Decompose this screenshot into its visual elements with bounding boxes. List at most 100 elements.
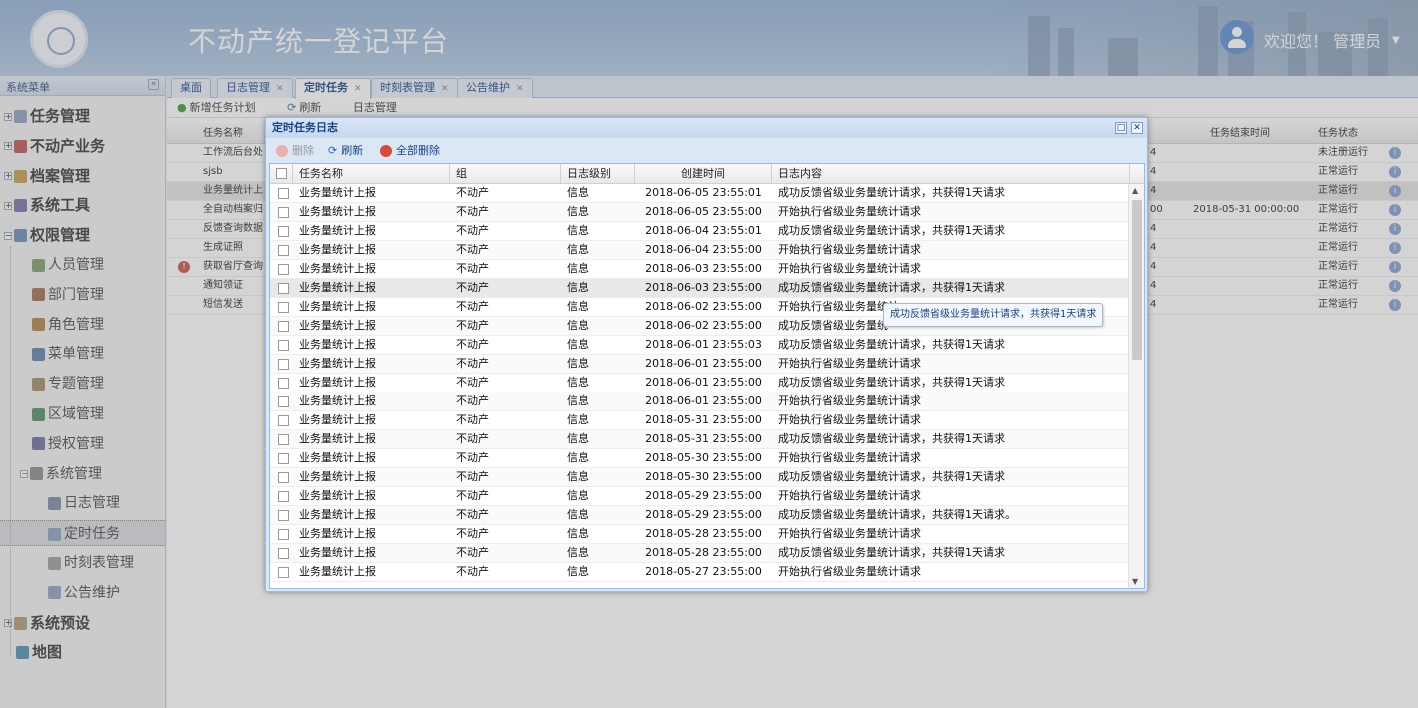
log-row[interactable]: 业务量统计上报 不动产 信息 2018-06-05 23:55:00 开始执行省级业务量… <box>270 202 1130 222</box>
log-level: 信息 <box>567 470 589 484</box>
row-checkbox[interactable] <box>278 301 289 313</box>
log-created: 2018-05-28 23:55:00 <box>645 527 762 541</box>
log-task-name: 业务量统计上报 <box>299 527 376 541</box>
maximize-icon[interactable]: □ <box>1115 122 1127 134</box>
log-row[interactable]: 业务量统计上报 不动产 信息 2018-05-28 23:55:00 成功反馈省级业务量… <box>270 544 1130 564</box>
row-checkbox[interactable] <box>278 282 289 294</box>
log-level: 信息 <box>567 280 589 294</box>
log-row[interactable]: 业务量统计上报 不动产 信息 2018-05-28 23:55:00 开始执行省级业务量… <box>270 525 1130 545</box>
row-checkbox[interactable] <box>278 206 289 218</box>
log-task-name: 业务量统计上报 <box>299 280 376 294</box>
row-checkbox[interactable] <box>278 415 289 427</box>
log-content: 开始执行省级业务量统计请求 <box>778 527 921 541</box>
log-content: 成功反馈省级业务量统计请求，共获得1天请求 <box>778 546 1005 560</box>
col-log-level[interactable]: 日志级别 <box>561 164 635 183</box>
log-content: 开始执行省级业务量统计请求 <box>778 565 921 578</box>
row-checkbox[interactable] <box>278 548 289 560</box>
col-task-name[interactable]: 任务名称 <box>293 164 450 183</box>
content-tooltip: 成功反馈省级业务量统计请求，共获得1天请求 <box>883 303 1104 327</box>
log-task-name: 业务量统计上报 <box>299 299 376 313</box>
col-created-time[interactable]: 创建时间 <box>635 164 772 183</box>
scroll-up-icon[interactable]: ▲ <box>1132 186 1138 195</box>
log-task-name: 业务量统计上报 <box>299 565 376 578</box>
log-content: 成功反馈省级业务量统计请求，共获得1天请求 <box>778 337 1005 351</box>
row-checkbox[interactable] <box>278 510 289 522</box>
log-content: 成功反馈省级业务量统计请求，共获得1天请求 <box>778 432 1005 446</box>
log-task-name: 业务量统计上报 <box>299 223 376 237</box>
log-row[interactable]: 业务量统计上报 不动产 信息 2018-05-30 23:55:00 成功反馈省级业务量… <box>270 468 1130 488</box>
log-row[interactable]: 业务量统计上报 不动产 信息 2018-05-31 23:55:00 开始执行省级业务量… <box>270 411 1130 431</box>
log-group: 不动产 <box>456 470 489 484</box>
log-row[interactable]: 业务量统计上报 不动产 信息 2018-06-04 23:55:01 成功反馈省级业务量… <box>270 222 1130 241</box>
row-checkbox[interactable] <box>278 358 289 370</box>
row-checkbox[interactable] <box>278 529 289 541</box>
log-row[interactable]: 业务量统计上报 不动产 信息 2018-06-01 23:55:00 成功反馈省级业务量… <box>270 374 1130 393</box>
log-row[interactable]: 业务量统计上报 不动产 信息 2018-06-04 23:55:00 开始执行省级业务量… <box>270 240 1130 260</box>
delete-button[interactable]: 删除 <box>276 140 314 162</box>
row-checkbox[interactable] <box>278 263 289 275</box>
row-checkbox[interactable] <box>278 396 289 408</box>
log-row[interactable]: 业务量统计上报 不动产 信息 2018-05-29 23:55:00 开始执行省级业务量… <box>270 487 1130 507</box>
log-grid: 任务名称 组 日志级别 创建时间 日志内容 业务量统计上报 不动产 信息 2018-0… <box>269 163 1145 589</box>
log-level: 信息 <box>567 394 589 408</box>
select-all-checkbox[interactable] <box>270 164 293 183</box>
row-checkbox[interactable] <box>278 244 289 256</box>
log-task-name: 业务量统计上报 <box>299 470 376 484</box>
row-checkbox[interactable] <box>278 453 289 465</box>
row-checkbox[interactable] <box>278 339 289 351</box>
log-row[interactable]: 业务量统计上报 不动产 信息 2018-06-05 23:55:01 成功反馈省级业务量… <box>270 184 1130 203</box>
log-row[interactable]: 业务量统计上报 不动产 信息 2018-05-31 23:55:00 成功反馈省级业务量… <box>270 430 1130 450</box>
delete-all-button[interactable]: 全部删除 <box>380 140 440 162</box>
log-content: 成功反馈省级业务量统计请求，共获得1天请求。 <box>778 508 1016 522</box>
log-level: 信息 <box>567 432 589 446</box>
log-row[interactable]: 业务量统计上报 不动产 信息 2018-06-01 23:55:00 开始执行省级业务量… <box>270 354 1130 374</box>
log-task-name: 业务量统计上报 <box>299 242 376 256</box>
col-group[interactable]: 组 <box>450 164 561 183</box>
row-checkbox[interactable] <box>278 491 289 503</box>
scrollbar-thumb[interactable] <box>1132 200 1142 360</box>
log-created: 2018-06-01 23:55:03 <box>645 337 762 351</box>
close-icon[interactable]: ✕ <box>1131 122 1143 134</box>
log-group: 不动产 <box>456 546 489 560</box>
log-group: 不动产 <box>456 318 489 332</box>
col-log-content[interactable]: 日志内容 <box>772 164 1130 183</box>
log-level: 信息 <box>567 527 589 541</box>
row-checkbox[interactable] <box>278 225 289 237</box>
log-level: 信息 <box>567 489 589 503</box>
scroll-down-icon[interactable]: ▼ <box>1132 577 1138 586</box>
log-row[interactable]: 业务量统计上报 不动产 信息 2018-06-03 23:55:00 开始执行省级业务量… <box>270 260 1130 279</box>
log-row[interactable]: 业务量统计上报 不动产 信息 2018-05-29 23:55:00 成功反馈省级业务量… <box>270 506 1130 526</box>
log-group: 不动产 <box>456 337 489 351</box>
log-row[interactable]: 业务量统计上报 不动产 信息 2018-05-30 23:55:00 开始执行省级业务量… <box>270 449 1130 469</box>
refresh-button[interactable]: ⟳ 刷新 <box>328 140 363 162</box>
log-level: 信息 <box>567 261 589 275</box>
log-group: 不动产 <box>456 394 489 408</box>
log-created: 2018-06-01 23:55:00 <box>645 375 762 389</box>
log-group: 不动产 <box>456 451 489 465</box>
log-group: 不动产 <box>456 375 489 389</box>
log-row[interactable]: 业务量统计上报 不动产 信息 2018-05-27 23:55:00 开始执行省级业务量… <box>270 563 1130 582</box>
row-checkbox[interactable] <box>278 434 289 446</box>
log-task-name: 业务量统计上报 <box>299 261 376 275</box>
log-group: 不动产 <box>456 489 489 503</box>
log-group: 不动产 <box>456 356 489 370</box>
log-group: 不动产 <box>456 242 489 256</box>
log-level: 信息 <box>567 356 589 370</box>
grid-scrollbar[interactable]: ▲ ▼ <box>1128 184 1144 588</box>
delete-icon <box>276 145 288 157</box>
log-content: 开始执行省级业务量统计请求 <box>778 356 921 370</box>
log-task-name: 业务量统计上报 <box>299 413 376 427</box>
log-row[interactable]: 业务量统计上报 不动产 信息 2018-06-01 23:55:03 成功反馈省级业务量… <box>270 336 1130 355</box>
row-checkbox[interactable] <box>278 377 289 389</box>
log-row[interactable]: 业务量统计上报 不动产 信息 2018-06-03 23:55:00 成功反馈省级业务量… <box>270 278 1130 298</box>
row-checkbox[interactable] <box>278 188 289 199</box>
log-group: 不动产 <box>456 223 489 237</box>
log-created: 2018-05-30 23:55:00 <box>645 451 762 465</box>
log-created: 2018-06-02 23:55:00 <box>645 299 762 313</box>
row-checkbox[interactable] <box>278 472 289 484</box>
row-checkbox[interactable] <box>278 320 289 332</box>
row-checkbox[interactable] <box>278 567 289 578</box>
log-row[interactable]: 业务量统计上报 不动产 信息 2018-06-01 23:55:00 开始执行省级业务量… <box>270 392 1130 412</box>
log-task-name: 业务量统计上报 <box>299 451 376 465</box>
log-created: 2018-06-04 23:55:00 <box>645 242 762 256</box>
